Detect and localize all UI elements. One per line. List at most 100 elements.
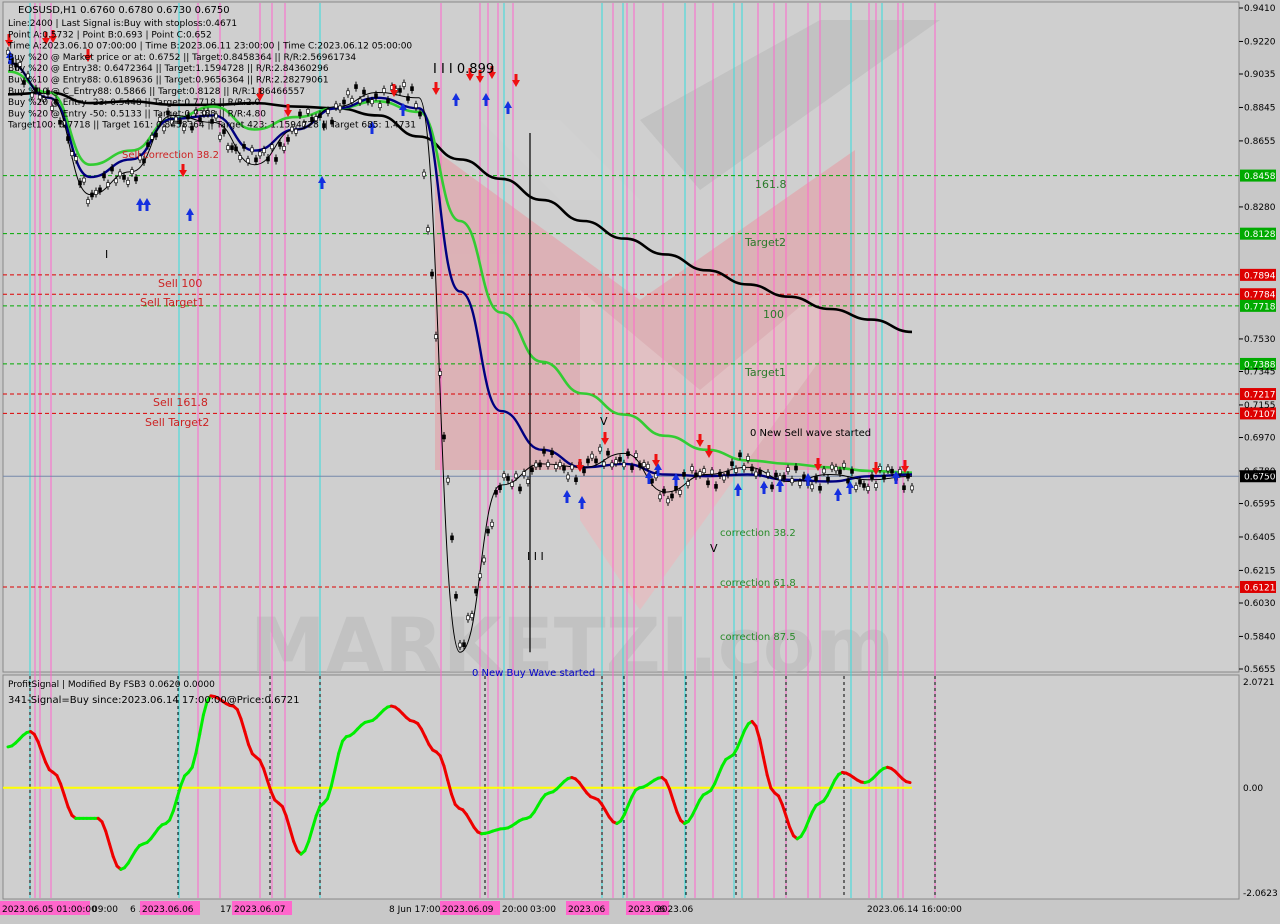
candle-body — [847, 479, 850, 483]
candle-body — [755, 472, 758, 476]
sell-target1-label: Sell Target1 — [140, 296, 204, 309]
candle-body — [559, 463, 562, 467]
level-tag-label: 0.6121 — [1244, 583, 1276, 593]
candle-body — [575, 478, 578, 482]
candle-body — [355, 85, 358, 89]
new-buy-wave-label: 0 New Buy Wave started — [472, 668, 595, 679]
candle-body — [903, 486, 906, 490]
time-axis: 2023.06.05 01:00:0009:006 ...2023.06.061… — [0, 901, 962, 915]
candle-body — [859, 480, 862, 484]
wave-mark-i: I — [105, 248, 108, 261]
candle-body — [487, 529, 490, 533]
price-tick-label: 0.5655 — [1244, 665, 1276, 675]
candle-body — [743, 466, 746, 470]
candle-body — [631, 466, 634, 470]
candle-body — [731, 462, 734, 466]
info-line: Point A:0.5732 | Point B:0.693 | Point C… — [8, 30, 212, 40]
candle-body — [571, 465, 574, 469]
candle-body — [863, 483, 866, 487]
price-tick-label: 0.5840 — [1244, 632, 1276, 642]
osc-segment — [906, 782, 910, 783]
candle-body — [663, 489, 666, 493]
candle-body — [899, 470, 902, 474]
candle-body — [411, 87, 414, 91]
level-tag-label: 0.8458 — [1244, 172, 1276, 182]
candle-body — [611, 463, 614, 467]
candle-body — [271, 145, 274, 149]
candle-body — [831, 465, 834, 469]
candle-body — [279, 142, 282, 146]
candle-body — [647, 464, 650, 468]
candle-body — [843, 463, 846, 467]
candle-body — [503, 474, 506, 478]
level-tag-label: 0.7784 — [1244, 291, 1276, 301]
candle-body — [507, 476, 510, 480]
candle-body — [351, 98, 354, 102]
candle-body — [499, 486, 502, 490]
candle-body — [527, 480, 530, 484]
candle-body — [339, 106, 342, 110]
candle-body — [407, 96, 410, 100]
candle-body — [591, 454, 594, 458]
chart-canvas[interactable]: MARKETZI.com 0.84580.81280.78940.77840.7… — [0, 0, 1280, 920]
candle-body — [319, 114, 322, 118]
wave-mark-v1: V — [600, 415, 608, 428]
sell-target2-label: Sell Target2 — [145, 416, 209, 429]
candle-body — [155, 133, 158, 137]
price-tick-label: 0.6970 — [1244, 434, 1276, 444]
candle-body — [727, 471, 730, 475]
candle-body — [95, 190, 98, 194]
candle-body — [827, 477, 830, 481]
candle-body — [231, 146, 234, 150]
candle-body — [99, 188, 102, 192]
osc-axis-top: 2.0721 — [1243, 678, 1275, 688]
info-line: Buy %20 @ Market price or at: 0.6752 || … — [8, 53, 356, 63]
candle-body — [379, 104, 382, 108]
candle-body — [543, 449, 546, 453]
price-tick-label: 0.6405 — [1244, 533, 1276, 543]
level-tag-label: 0.8128 — [1244, 230, 1276, 240]
candle-body — [419, 112, 422, 116]
info-line: Line:2400 | Last Signal is:Buy with stop… — [8, 19, 237, 29]
price-tick-label: 0.8655 — [1244, 137, 1276, 147]
time-label: 2023.06 — [568, 905, 605, 915]
candle-body — [883, 475, 886, 479]
candle-body — [711, 470, 714, 474]
candle-body — [119, 172, 122, 176]
candle-body — [723, 476, 726, 480]
candle-body — [83, 178, 86, 182]
candle-body — [787, 468, 790, 472]
price-axis: 0.94100.92200.90350.88450.86550.82800.75… — [1239, 4, 1276, 675]
info-line: Buy %20 @ Entry38: 0.6472364 || Target:1… — [8, 64, 329, 74]
info-line: Buy %10 @ C_Entry88: 0.5866 || Target:0.… — [8, 87, 305, 97]
candle-body — [795, 466, 798, 470]
candle-body — [363, 90, 366, 94]
candle-body — [387, 99, 390, 103]
candle-body — [715, 484, 718, 488]
indicator-title: ProfitSignal | Modified By FSB3 0.0620 0… — [8, 680, 215, 690]
price-tick-label: 0.6780 — [1244, 467, 1276, 477]
candle-body — [327, 109, 330, 113]
candle-body — [267, 157, 270, 161]
candle-body — [67, 137, 70, 141]
candle-body — [219, 135, 222, 139]
time-label: 2023.06.14 16:00:00 — [867, 905, 962, 915]
candle-body — [495, 490, 498, 494]
candle-body — [519, 487, 522, 491]
candle-body — [891, 469, 894, 473]
candle-body — [467, 616, 470, 620]
candle-body — [679, 490, 682, 494]
candle-body — [123, 175, 126, 179]
chart-window: MARKETZI.com 0.84580.81280.78940.77840.7… — [0, 0, 1280, 920]
candle-body — [551, 451, 554, 455]
time-label: 2023.06.07 — [234, 905, 286, 915]
candle-body — [607, 451, 610, 455]
candle-body — [799, 481, 802, 485]
new-sell-wave-label: 0 New Sell wave started — [750, 428, 871, 439]
candle-body — [875, 484, 878, 488]
wave-mark-v2: V — [710, 542, 718, 555]
candle-body — [599, 447, 602, 451]
price-tick-label: 0.7155 — [1244, 401, 1276, 411]
candle-body — [675, 486, 678, 490]
candle-body — [455, 594, 458, 598]
